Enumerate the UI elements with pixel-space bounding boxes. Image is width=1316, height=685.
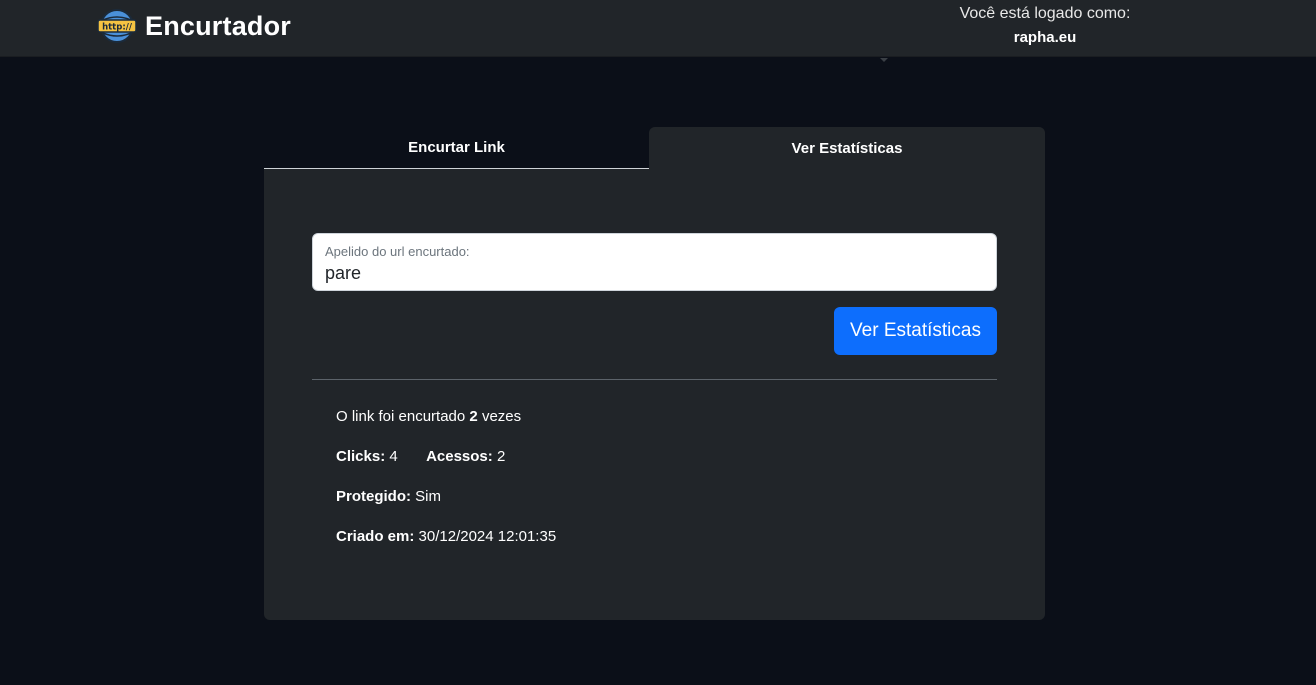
- shortened-suffix: vezes: [481, 408, 522, 425]
- dropdown-caret-icon: [880, 58, 888, 62]
- accesses-label: Acessos:: [426, 448, 493, 465]
- alias-field[interactable]: Apelido do url encurtado:: [312, 233, 997, 291]
- top-navbar: http:// Encurtador Você está logado como…: [0, 0, 1316, 57]
- shortened-count: 2: [469, 408, 478, 425]
- brand-name: Encurtador: [145, 10, 292, 41]
- created-label: Criado em:: [336, 528, 415, 545]
- clicks-label: Clicks:: [336, 448, 386, 465]
- clicks-accesses-line: Clicks: 4 Acessos: 2: [336, 445, 936, 469]
- accesses-value: 2: [496, 448, 506, 465]
- tab-bar: Encurtar Link Ver Estatísticas: [264, 127, 1045, 169]
- shortened-prefix: O link foi encurtado: [336, 408, 466, 425]
- user-caption: Você está logado como:: [959, 5, 1131, 22]
- svg-text:http://: http://: [102, 23, 133, 33]
- view-stats-button[interactable]: Ver Estatísticas: [834, 307, 997, 355]
- protected-value: Sim: [415, 488, 442, 505]
- protected-line: Protegido: Sim: [336, 485, 936, 509]
- brand-link[interactable]: http:// Encurtador: [97, 8, 291, 44]
- shortener-card: Encurtar Link Ver Estatísticas Apelido d…: [264, 127, 1045, 620]
- shortened-count-line: O link foi encurtado 2 vezes: [336, 405, 936, 429]
- created-line: Criado em: 30/12/2024 12:01:35: [336, 525, 936, 549]
- alias-input[interactable]: [325, 261, 985, 285]
- tab-encurtar-link[interactable]: Encurtar Link: [264, 127, 649, 169]
- clicks-value: 4: [389, 448, 398, 465]
- divider: [312, 379, 997, 380]
- user-name: rapha.eu: [1013, 29, 1077, 46]
- tab-ver-estatisticas[interactable]: Ver Estatísticas: [649, 127, 1045, 169]
- protected-label: Protegido:: [336, 488, 411, 505]
- card-body: Apelido do url encurtado: Ver Estatístic…: [264, 169, 1045, 620]
- stats-panel: O link foi encurtado 2 vezes Clicks: 4 A…: [336, 405, 936, 549]
- user-menu[interactable]: Você está logado como: rapha.eu: [940, 3, 1150, 49]
- http-globe-icon: http://: [97, 9, 137, 43]
- alias-field-label: Apelido do url encurtado:: [325, 244, 470, 259]
- created-value: 30/12/2024 12:01:35: [418, 528, 557, 545]
